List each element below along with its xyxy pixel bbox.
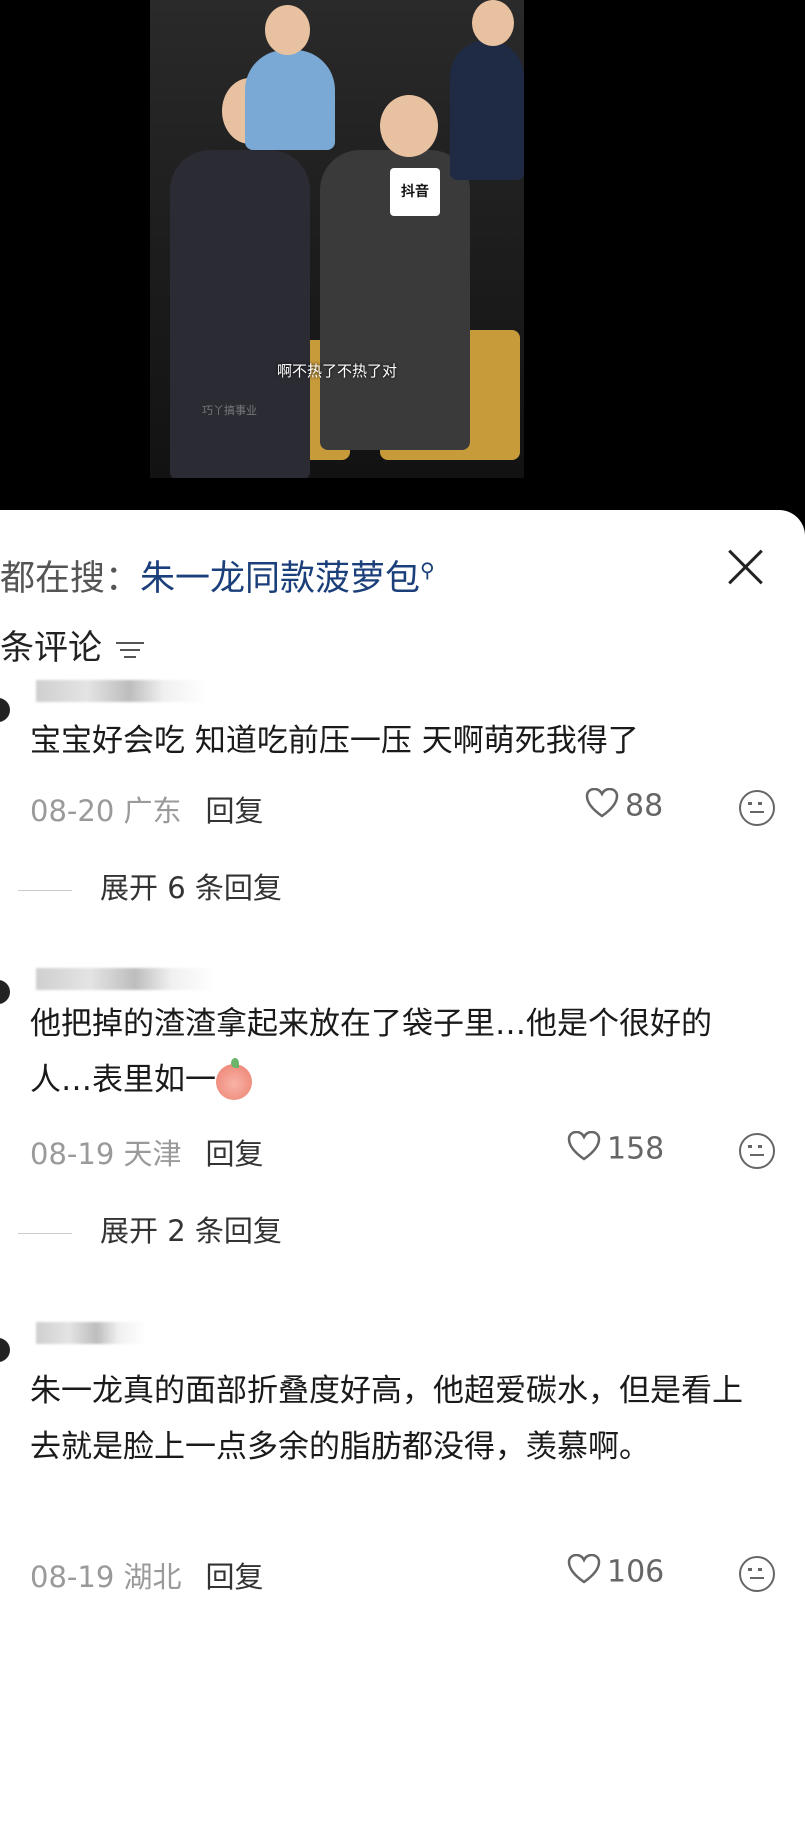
like-button[interactable]: 88: [585, 787, 664, 826]
reply-button[interactable]: 回复: [206, 1560, 264, 1594]
like-count: 106: [607, 1554, 665, 1590]
heart-icon: [567, 1553, 601, 1592]
like-count: 88: [625, 788, 664, 824]
comment-text-content: 他把掉的渣渣拿起来放在了袋子里…他是个很好的人…表里如一: [30, 1006, 712, 1098]
person-right: [450, 40, 524, 180]
expand-replies-label: 展开 6 条回复: [100, 871, 282, 905]
avatar[interactable]: [0, 698, 10, 722]
search-prefix: 都在搜：: [0, 559, 141, 599]
reply-button[interactable]: 回复: [206, 1137, 264, 1171]
douyin-mic-card: 抖音: [390, 168, 440, 216]
comment-date: 08-19 湖北: [30, 1560, 182, 1594]
comment-text: 宝宝好会吃 知道吃前压一压 天啊萌死我得了: [30, 723, 639, 759]
video-player[interactable]: 抖音 啊不热了不热了对 巧丫搞事业: [0, 0, 805, 520]
expand-replies[interactable]: 展开 6 条回复: [18, 865, 282, 907]
video-watermark: 巧丫搞事业: [202, 404, 257, 417]
username[interactable]: [36, 680, 206, 702]
username[interactable]: [36, 968, 216, 990]
emoji-reaction-icon[interactable]: [739, 1556, 775, 1592]
peach-emoji-icon: [216, 1057, 252, 1100]
search-icon: ⚲: [420, 558, 435, 583]
comment-text: 他把掉的渣渣拿起来放在了袋子里…他是个很好的人…表里如一: [30, 996, 765, 1108]
username[interactable]: [36, 1322, 146, 1344]
expand-replies-label: 展开 2 条回复: [100, 1214, 282, 1248]
avatar[interactable]: [0, 1338, 10, 1362]
comments-count: 条评论: [0, 620, 144, 669]
person-head: [265, 5, 310, 55]
comment-text: 朱一龙真的面部折叠度好高，他超爱碳水，但是看上去就是脸上一点多余的脂肪都没得，羡…: [30, 1373, 743, 1465]
person-back: [245, 50, 335, 150]
person-head: [380, 95, 438, 157]
comment-meta: 08-20 广东 回复: [30, 788, 264, 830]
search-keyword[interactable]: 朱一龙同款菠萝包: [140, 559, 420, 599]
comment-date: 08-20 广东: [30, 794, 182, 828]
comment-meta: 08-19 天津 回复: [30, 1131, 264, 1173]
like-button[interactable]: 106: [567, 1553, 665, 1592]
emoji-reaction-icon[interactable]: [739, 790, 775, 826]
emoji-reaction-icon[interactable]: [739, 1133, 775, 1169]
person-left: [170, 150, 310, 478]
comments-sheet: 都在搜：朱一龙同款菠萝包⚲ 条评论 宝宝好会吃 知道吃前压一压 天啊萌死我得了 …: [0, 510, 805, 1824]
close-icon[interactable]: [725, 546, 765, 586]
comment-meta: 08-19 湖北 回复: [30, 1554, 264, 1596]
divider: [18, 1232, 72, 1234]
comments-count-label: 条评论: [0, 628, 102, 668]
divider: [18, 889, 72, 891]
person-head: [472, 0, 514, 46]
like-button[interactable]: 158: [567, 1130, 665, 1169]
sort-icon[interactable]: [116, 640, 144, 660]
avatar[interactable]: [0, 980, 10, 1004]
heart-icon: [585, 787, 619, 826]
video-subtitle: 啊不热了不热了对: [276, 362, 397, 380]
video-frame[interactable]: 抖音 啊不热了不热了对 巧丫搞事业: [150, 0, 524, 478]
search-suggestion[interactable]: 都在搜：朱一龙同款菠萝包⚲: [0, 550, 435, 601]
expand-replies[interactable]: 展开 2 条回复: [18, 1208, 282, 1250]
reply-button[interactable]: 回复: [206, 794, 264, 828]
like-count: 158: [607, 1131, 665, 1167]
comment-date: 08-19 天津: [30, 1137, 182, 1171]
heart-icon: [567, 1130, 601, 1169]
